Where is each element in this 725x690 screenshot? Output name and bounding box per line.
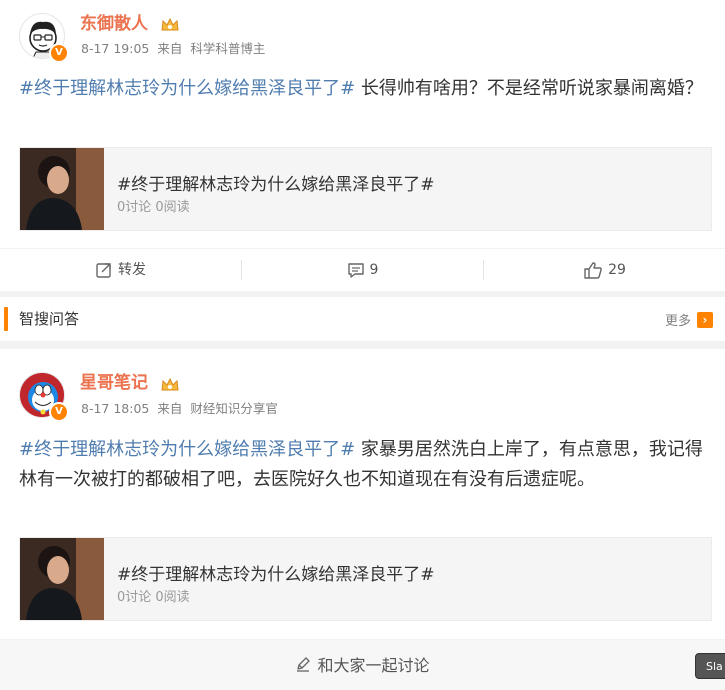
topic-stats: 0讨论 0阅读 [117, 200, 190, 215]
verified-badge-icon: V [49, 402, 69, 422]
topic-thumbnail [20, 148, 104, 230]
like-count: 29 [608, 262, 626, 278]
post-time[interactable]: 8-17 18:05 [81, 401, 149, 416]
topic-card[interactable]: #终于理解林志玲为什么嫁给黑泽良平了# 0讨论 0阅读 [19, 147, 712, 231]
repost-icon [96, 263, 111, 278]
avatar[interactable]: V [19, 13, 69, 63]
post-time[interactable]: 8-17 19:05 [81, 41, 149, 56]
pencil-icon [297, 657, 311, 672]
source-prefix: 来自 [157, 401, 183, 416]
thumbs-up-icon [584, 262, 602, 279]
avatar[interactable]: V [19, 372, 69, 422]
weibo-post-2: V 星哥笔记 8-17 18:05 来自 财经知识分享官 #终于理解林志玲为什么… [0, 349, 725, 639]
member-crown-icon [161, 17, 179, 31]
post-text: #终于理解林志玲为什么嫁给黑泽良平了# 长得帅有啥用？不是经常听说家暴闹离婚？ [19, 74, 709, 104]
comment-button[interactable]: 9 [242, 249, 483, 291]
post-meta: 8-17 19:05 来自 科学科普博主 [81, 41, 269, 57]
chevron-right-icon: › [697, 311, 713, 328]
comment-icon [347, 263, 364, 278]
username[interactable]: 东御散人 [80, 13, 148, 35]
repost-button[interactable]: 转发 [0, 249, 241, 291]
section-accent-bar [4, 307, 8, 331]
zhisou-section: 智搜问答 更多 › [0, 297, 725, 341]
source-prefix: 来自 [157, 41, 183, 56]
like-button[interactable]: 29 [484, 249, 725, 291]
repost-label: 转发 [118, 262, 146, 278]
hashtag-link[interactable]: #终于理解林志玲为什么嫁给黑泽良平了# [19, 78, 355, 99]
post-source: 财经知识分享官 [190, 401, 278, 416]
more-label: 更多 [664, 314, 691, 329]
post-action-bar: 转发 9 29 [0, 249, 725, 291]
username[interactable]: 星哥笔记 [80, 372, 148, 394]
hashtag-link[interactable]: #终于理解林志玲为什么嫁给黑泽良平了# [19, 439, 355, 460]
member-crown-icon [161, 377, 179, 391]
comment-count: 9 [369, 262, 379, 278]
post-text: #终于理解林志玲为什么嫁给黑泽良平了# 家暴男居然洗白上岸了，有点意思，我记得林… [19, 435, 709, 495]
post-source: 科学科普博主 [190, 41, 266, 56]
post-body: 长得帅有啥用？不是经常听说家暴闹离婚？ [355, 78, 703, 99]
discuss-bar: 和大家一起讨论 [0, 640, 725, 690]
verified-badge-icon: V [49, 43, 69, 63]
discuss-label: 和大家一起讨论 [317, 656, 430, 675]
topic-title: #终于理解林志玲为什么嫁给黑泽良平了# [117, 565, 435, 585]
topic-card[interactable]: #终于理解林志玲为什么嫁给黑泽良平了# 0讨论 0阅读 [19, 537, 712, 621]
topic-thumbnail [20, 538, 104, 620]
weibo-post-1: V 东御散人 8-17 19:05 来自 科学科普博主 #终于理解林志玲为什么嫁… [0, 0, 725, 248]
post-meta: 8-17 18:05 来自 财经知识分享官 [81, 401, 282, 417]
join-discussion-button[interactable]: 和大家一起讨论 [0, 652, 725, 676]
topic-title: #终于理解林志玲为什么嫁给黑泽良平了# [117, 175, 435, 195]
slack-overlay-tag[interactable]: Sla [695, 653, 725, 679]
more-link[interactable]: 更多 › [665, 310, 713, 329]
section-title: 智搜问答 [19, 310, 80, 328]
topic-stats: 0讨论 0阅读 [117, 590, 190, 605]
